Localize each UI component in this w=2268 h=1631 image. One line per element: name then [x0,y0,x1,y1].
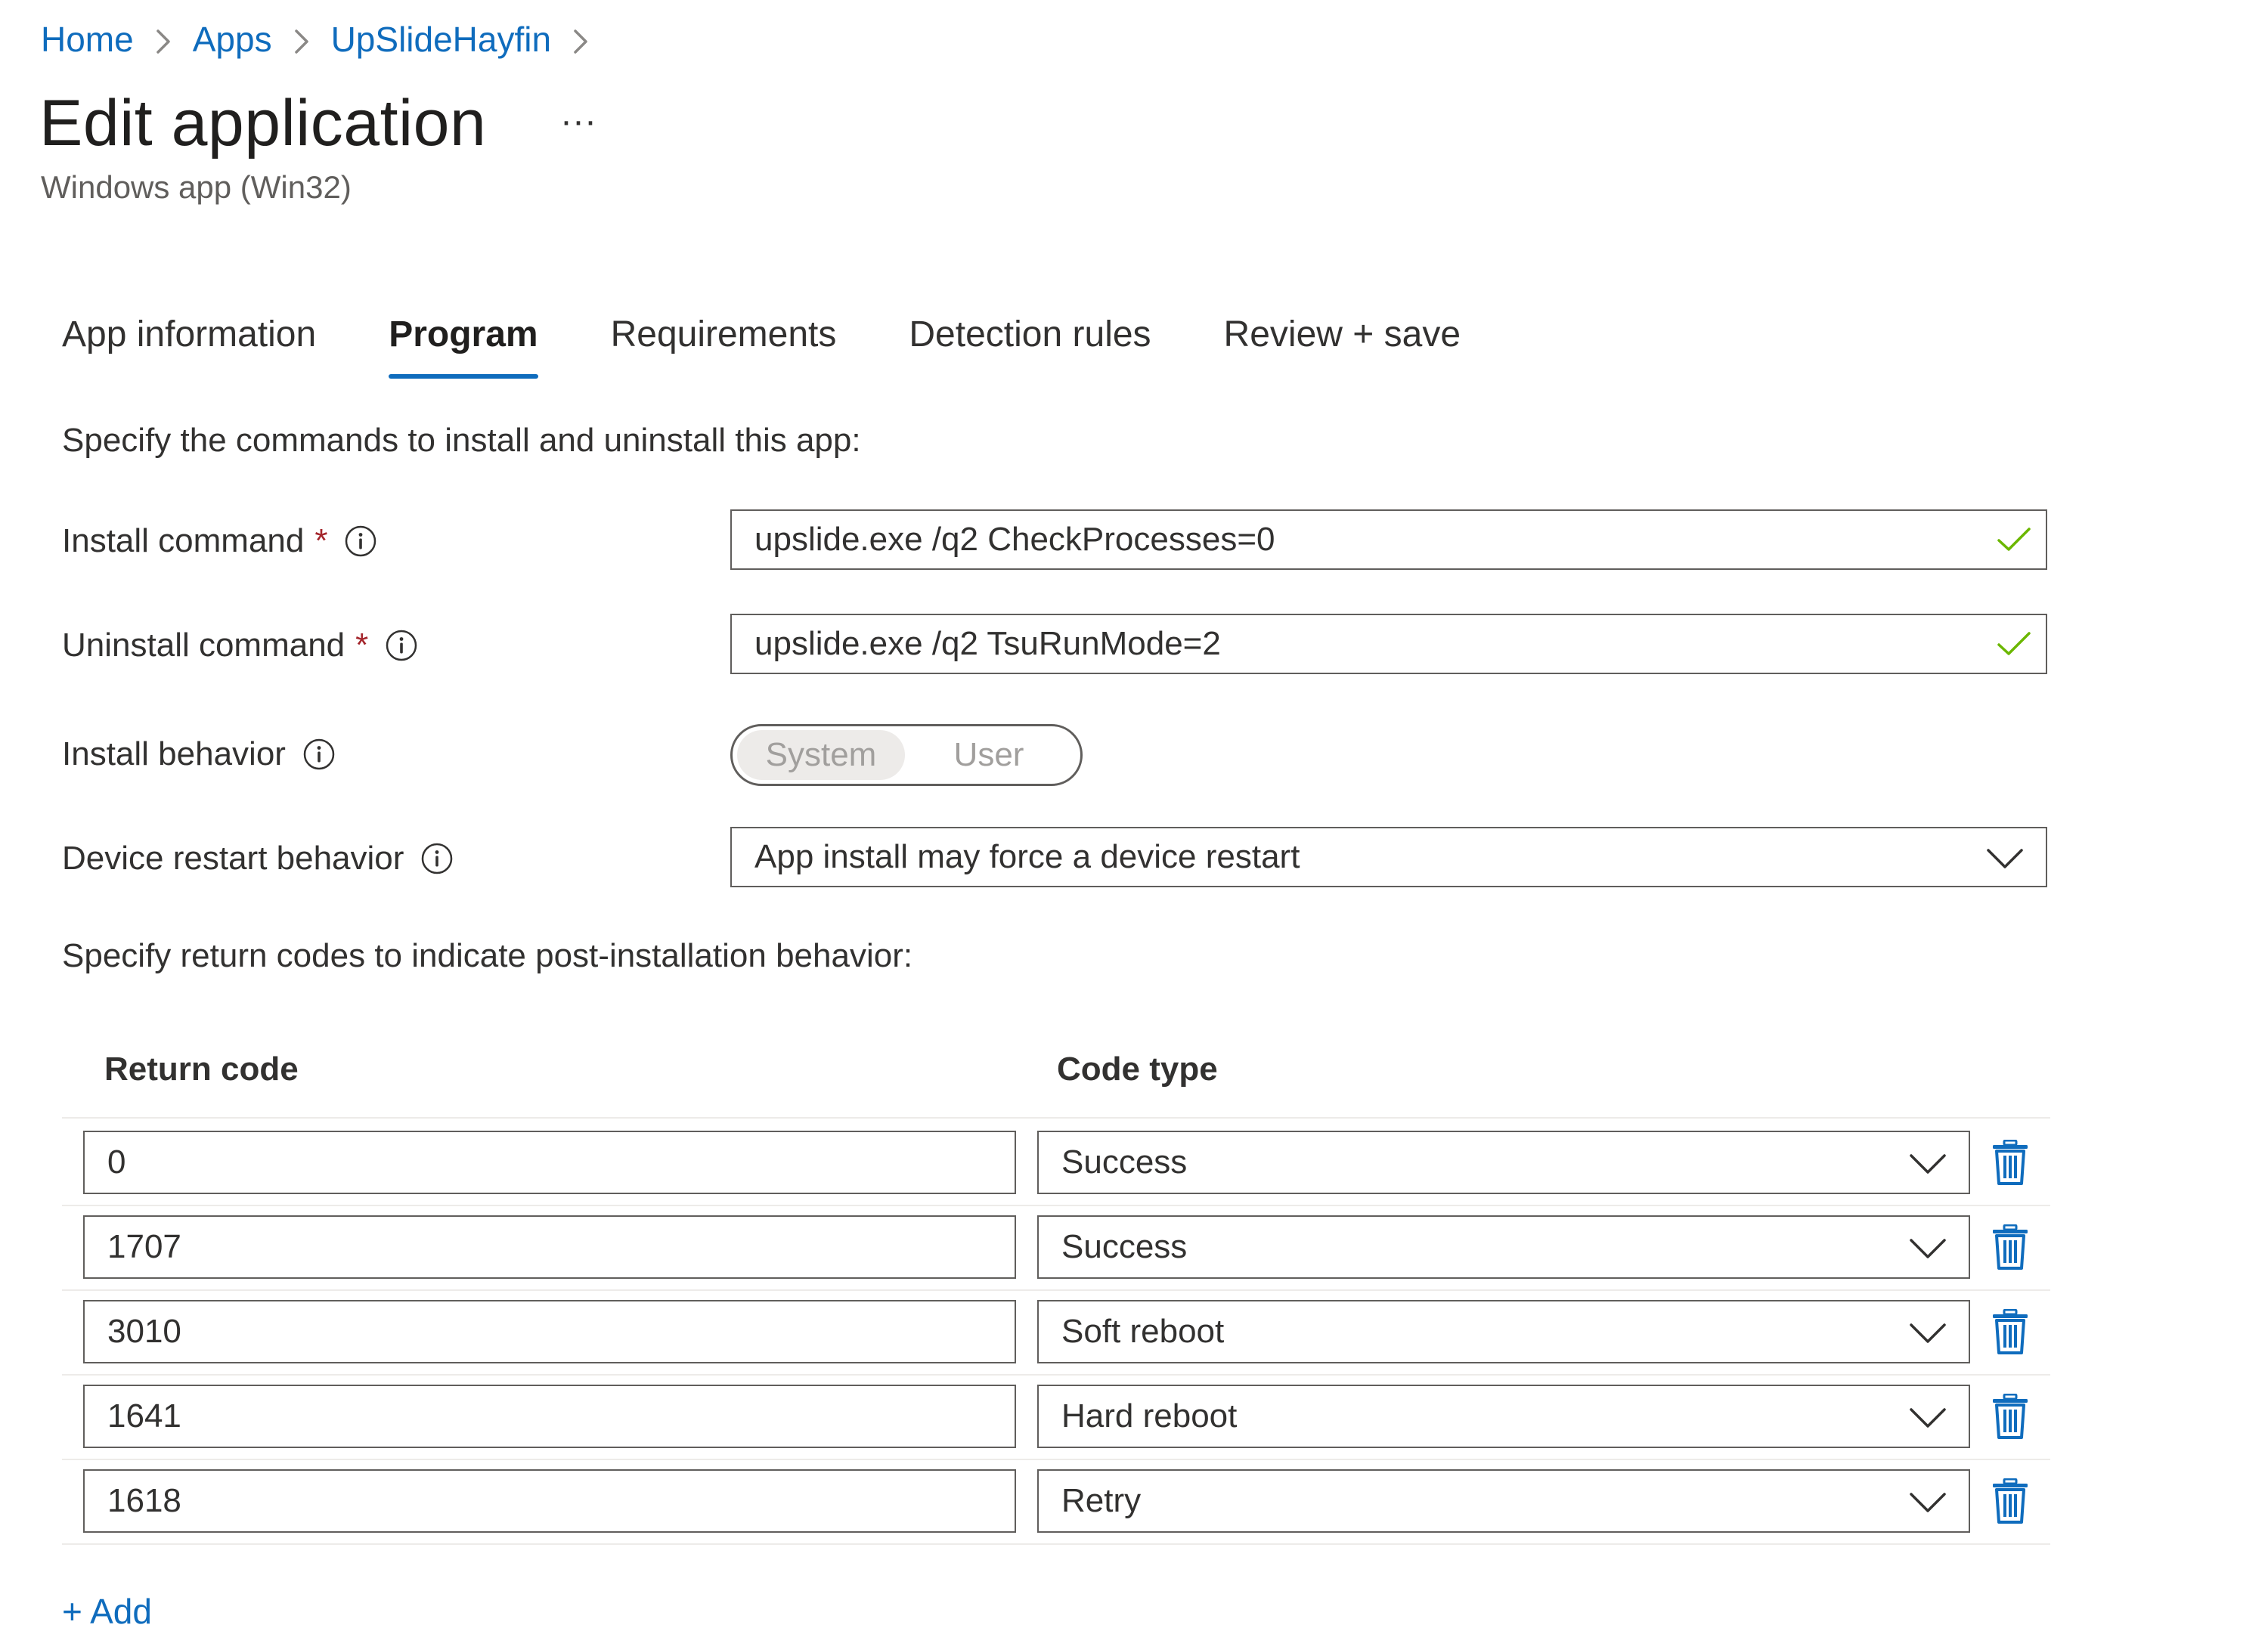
trash-icon[interactable] [1991,1309,2029,1354]
return-code-input[interactable]: 0 [83,1131,1016,1194]
uninstall-command-label: Uninstall command [62,627,345,664]
required-indicator: * [355,627,369,664]
tab-requirements[interactable]: Requirements [611,308,837,384]
return-codes-intro-text: Specify return codes to indicate post-in… [62,937,913,974]
table-divider [62,1117,2050,1119]
code-type-value: Soft reboot [1061,1313,1225,1350]
uninstall-command-input[interactable]: upslide.exe /q2 TsuRunMode=2 [730,614,2047,674]
restart-behavior-value: App install may force a device restart [754,838,1300,875]
install-command-label-group: Install command * [62,511,377,571]
return-code-value: 3010 [107,1313,181,1350]
code-type-dropdown[interactable]: Retry [1037,1469,1970,1533]
install-behavior-label: Install behavior [62,735,286,772]
install-behavior-label-group: Install behavior [62,724,336,785]
return-code-input[interactable]: 1641 [83,1385,1016,1448]
breadcrumb-app-name[interactable]: UpSlideHayfin [331,19,551,60]
code-type-dropdown[interactable]: Soft reboot [1037,1300,1970,1363]
column-header-code-type: Code type [1057,1051,1218,1088]
breadcrumb-home[interactable]: Home [41,19,134,60]
uninstall-command-value: upslide.exe /q2 TsuRunMode=2 [754,625,1221,662]
code-type-value: Hard reboot [1061,1397,1238,1434]
table-divider [62,1543,2050,1545]
info-icon[interactable] [302,738,336,771]
install-command-value: upslide.exe /q2 CheckProcesses=0 [754,521,1275,558]
table-divider [62,1289,2050,1291]
trash-icon[interactable] [1991,1140,2029,1185]
restart-behavior-label-group: Device restart behavior [62,828,454,889]
column-header-return-code: Return code [104,1051,299,1088]
install-behavior-system-option[interactable]: System [737,730,905,780]
breadcrumb: Home Apps UpSlideHayfin [41,17,610,62]
code-type-value: Success [1061,1144,1188,1181]
info-icon[interactable] [420,842,454,875]
restart-behavior-label: Device restart behavior [62,840,404,877]
code-type-value: Success [1061,1228,1188,1265]
install-behavior-user-option[interactable]: User [905,730,1073,780]
chevron-right-icon [287,24,316,54]
return-code-input[interactable]: 3010 [83,1300,1016,1363]
install-behavior-toggle: System User [730,724,1083,786]
chevron-down-icon [1908,1321,1947,1345]
wizard-tabs: App information Program Requirements Det… [62,308,1533,384]
return-code-value: 1707 [107,1228,181,1265]
code-type-value: Retry [1061,1482,1142,1519]
chevron-right-icon [566,24,595,54]
code-type-dropdown[interactable]: Success [1037,1215,1970,1279]
table-divider [62,1374,2050,1376]
chevron-down-icon [1985,846,2025,871]
required-indicator: * [314,522,328,559]
info-icon[interactable] [385,629,418,662]
return-code-value: 0 [107,1144,126,1181]
page-subtitle: Windows app (Win32) [41,169,352,205]
trash-icon[interactable] [1991,1394,2029,1439]
more-options-button[interactable]: ··· [552,98,605,144]
chevron-down-icon [1908,1152,1947,1176]
info-icon[interactable] [344,525,377,558]
code-type-dropdown[interactable]: Success [1037,1131,1970,1194]
breadcrumb-apps[interactable]: Apps [193,19,272,60]
trash-icon[interactable] [1991,1478,2029,1524]
return-code-input[interactable]: 1618 [83,1469,1016,1533]
chevron-down-icon [1908,1490,1947,1515]
restart-behavior-dropdown[interactable]: App install may force a device restart [730,827,2047,887]
tab-review-save[interactable]: Review + save [1224,308,1461,384]
code-type-dropdown[interactable]: Hard reboot [1037,1385,1970,1448]
install-command-input[interactable]: upslide.exe /q2 CheckProcesses=0 [730,509,2047,570]
install-command-label: Install command [62,522,305,559]
chevron-right-icon [149,24,178,54]
table-divider [62,1205,2050,1206]
table-divider [62,1459,2050,1460]
chevron-down-icon [1908,1406,1947,1430]
uninstall-command-label-group: Uninstall command * [62,615,418,676]
check-icon [1996,525,2032,555]
tab-app-information[interactable]: App information [62,308,316,384]
tab-detection-rules[interactable]: Detection rules [909,308,1151,384]
chevron-down-icon [1908,1236,1947,1261]
check-icon [1996,629,2032,659]
return-code-value: 1618 [107,1482,181,1519]
tab-program[interactable]: Program [389,308,538,384]
return-code-value: 1641 [107,1397,181,1434]
add-return-code-button[interactable]: + Add [62,1593,152,1629]
return-code-input[interactable]: 1707 [83,1215,1016,1279]
commands-intro-text: Specify the commands to install and unin… [62,422,861,459]
page-title: Edit application [39,87,487,159]
trash-icon[interactable] [1991,1224,2029,1270]
